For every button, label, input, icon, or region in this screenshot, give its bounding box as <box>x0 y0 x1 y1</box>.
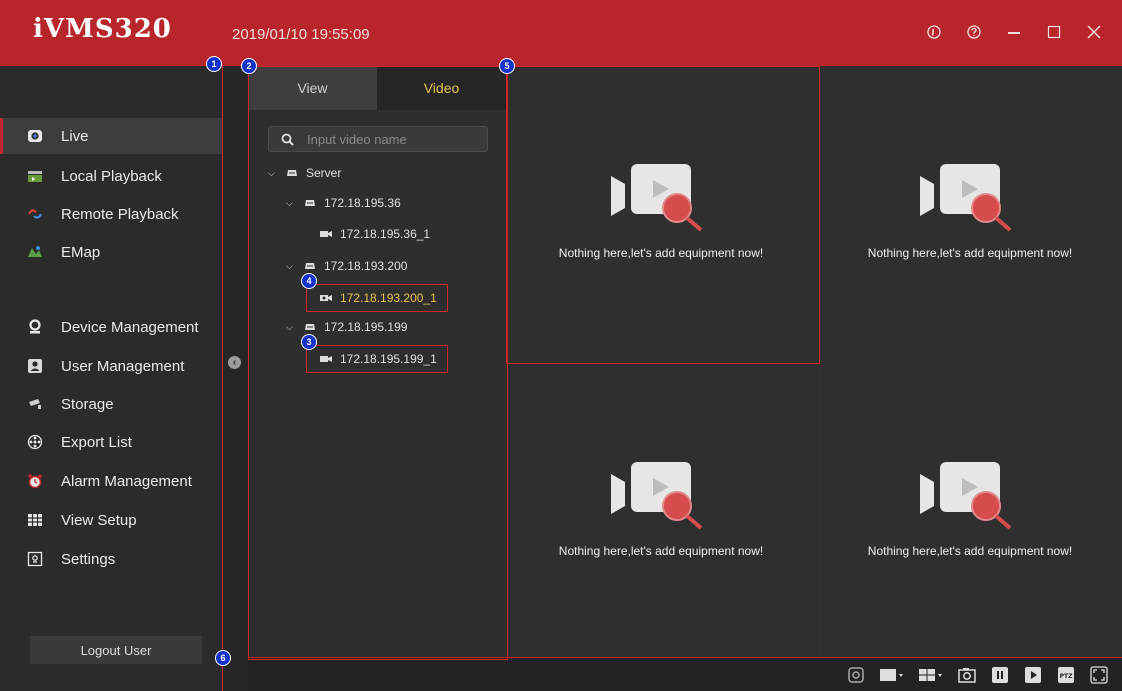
device-management-icon <box>27 319 43 335</box>
help-icon[interactable] <box>964 22 984 42</box>
annotation-badge: 2 <box>241 58 257 74</box>
annotation-badge: 3 <box>301 334 317 350</box>
sidebar-item-label: Alarm Management <box>61 472 192 490</box>
annotation-badge: 5 <box>499 58 515 74</box>
empty-video-icon <box>920 164 1020 237</box>
sidebar-item-label: Settings <box>61 550 116 568</box>
sidebar-item-label: Local Playback <box>61 167 162 185</box>
annotation-box-5 <box>506 66 820 364</box>
local-playback-icon <box>27 168 43 184</box>
layout-single-icon[interactable] <box>880 666 904 684</box>
sidebar-collapse-strip: ‹ <box>222 66 248 691</box>
sidebar-item-label: Live <box>61 127 89 145</box>
datetime-display: 2019/01/10 19:55:09 <box>232 26 370 43</box>
annotation-box-4 <box>306 284 448 312</box>
empty-video-icon <box>611 462 711 535</box>
sidebar-item-emap[interactable]: EMap <box>0 234 222 270</box>
sidebar-item-label: User Management <box>61 357 185 375</box>
remote-playback-icon <box>27 206 43 222</box>
annotation-box-3 <box>306 345 448 373</box>
sidebar-item-alarm-management[interactable]: Alarm Management <box>0 463 222 499</box>
sidebar-item-label: Storage <box>61 395 114 413</box>
view-setup-icon <box>27 512 43 528</box>
fisheye-icon[interactable] <box>847 666 865 684</box>
close-icon[interactable] <box>1084 22 1104 42</box>
layout-quad-icon[interactable] <box>919 666 943 684</box>
empty-message: Nothing here,let's add equipment now! <box>558 544 764 558</box>
pause-icon[interactable] <box>991 666 1009 684</box>
annotation-line-1 <box>222 66 223 691</box>
annotation-line-6 <box>248 657 1122 658</box>
emap-icon <box>27 244 43 260</box>
sidebar-item-label: Device Management <box>61 318 199 336</box>
info-icon[interactable] <box>924 22 944 42</box>
sidebar-item-view-setup[interactable]: View Setup <box>0 502 222 538</box>
maximize-icon[interactable] <box>1044 22 1064 42</box>
live-icon <box>27 128 43 144</box>
alarm-icon <box>27 473 43 489</box>
storage-icon <box>27 396 43 412</box>
sidebar-item-remote-playback[interactable]: Remote Playback <box>0 196 222 232</box>
user-management-icon <box>27 358 43 374</box>
annotation-badge: 6 <box>215 650 231 666</box>
sidebar-item-label: View Setup <box>61 511 137 529</box>
video-cell[interactable]: Nothing here,let's add equipment now! <box>506 364 816 658</box>
logout-button[interactable]: Logout User <box>30 636 202 664</box>
sidebar-item-label: EMap <box>61 243 101 261</box>
sidebar-item-user-management[interactable]: User Management <box>0 348 222 384</box>
bottom-toolbar: PTZ <box>248 658 1122 691</box>
sidebar-item-label: Remote Playback <box>61 205 179 223</box>
export-list-icon <box>27 434 43 450</box>
sidebar-item-export-list[interactable]: Export List <box>0 424 222 460</box>
app-logo: iVMS320 <box>33 14 172 44</box>
sidebar-item-live[interactable]: Live <box>0 118 225 154</box>
play-icon[interactable] <box>1024 666 1042 684</box>
sidebar-item-label: Export List <box>61 433 132 451</box>
sidebar-item-settings[interactable]: Settings <box>0 541 222 577</box>
empty-message: Nothing here,let's add equipment now! <box>867 246 1073 260</box>
annotation-badge: 1 <box>206 56 222 72</box>
snapshot-icon[interactable] <box>958 666 976 684</box>
sidebar-item-local-playback[interactable]: Local Playback <box>0 158 222 194</box>
annotation-badge: 4 <box>301 273 317 289</box>
video-cell[interactable]: Nothing here,let's add equipment now! <box>818 364 1122 658</box>
video-cell[interactable]: Nothing here,let's add equipment now! <box>818 66 1122 362</box>
ptz-icon[interactable]: PTZ <box>1057 666 1075 684</box>
sidebar-item-storage[interactable]: Storage <box>0 386 222 422</box>
empty-video-icon <box>920 462 1020 535</box>
sidebar-item-device-management[interactable]: Device Management <box>0 309 222 345</box>
sidebar: Live Local Playback Remote Playback EMap… <box>0 66 225 691</box>
settings-icon <box>27 551 43 567</box>
svg-text:PTZ: PTZ <box>1060 673 1073 680</box>
minimize-icon[interactable] <box>1004 22 1024 42</box>
title-bar: iVMS320 2019/01/10 19:55:09 <box>0 0 1122 66</box>
empty-message: Nothing here,let's add equipment now! <box>867 544 1073 558</box>
collapse-sidebar-icon[interactable]: ‹ <box>228 356 241 369</box>
fullscreen-icon[interactable] <box>1090 666 1108 684</box>
